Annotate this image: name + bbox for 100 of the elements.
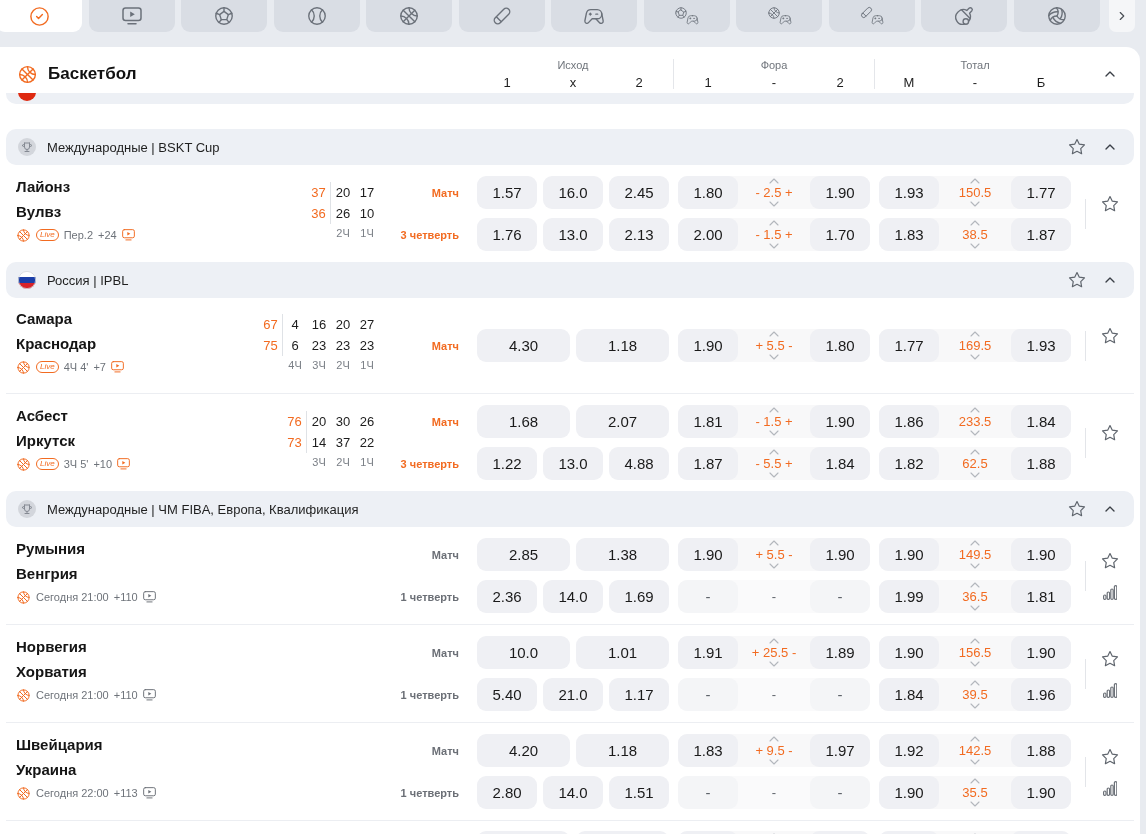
odds-button[interactable]: 1.87: [678, 447, 738, 480]
star-icon[interactable]: [1101, 747, 1119, 766]
chevron-down-icon[interactable]: [970, 563, 980, 569]
star-icon[interactable]: [1101, 551, 1119, 570]
odds-button[interactable]: 1.83: [879, 218, 939, 251]
odds-button[interactable]: 1.70: [810, 218, 870, 251]
odds-button[interactable]: 1.77: [1011, 176, 1071, 209]
odds-button[interactable]: 1.68: [477, 405, 570, 438]
odds-button[interactable]: 1.93: [879, 176, 939, 209]
star-icon[interactable]: [1101, 194, 1119, 213]
stats-icon[interactable]: [1103, 780, 1117, 796]
odds-button[interactable]: 1.90: [1011, 538, 1071, 571]
chevron-down-icon[interactable]: [769, 243, 779, 249]
odds-button[interactable]: 1.90: [879, 538, 939, 571]
chevron-down-icon[interactable]: [769, 201, 779, 207]
star-icon[interactable]: [1068, 500, 1086, 518]
odds-button[interactable]: 1.92: [879, 734, 939, 767]
odds-button[interactable]: 1.57: [477, 176, 537, 209]
odds-button[interactable]: 1.01: [576, 636, 669, 669]
odds-button[interactable]: 1.88: [1011, 447, 1071, 480]
odds-button[interactable]: 1.84: [810, 447, 870, 480]
odds-button[interactable]: 2.00: [678, 218, 738, 251]
odds-button[interactable]: 2.45: [609, 176, 669, 209]
odds-button[interactable]: 1.84: [1011, 405, 1071, 438]
odds-button[interactable]: 1.90: [810, 405, 870, 438]
odds-button[interactable]: 1.90: [678, 538, 738, 571]
chevron-down-icon[interactable]: [970, 605, 980, 611]
odds-button[interactable]: -: [810, 776, 870, 809]
odds-button[interactable]: 1.22: [477, 447, 537, 480]
odds-button[interactable]: 1.87: [1011, 218, 1071, 251]
odds-button[interactable]: 1.82: [879, 447, 939, 480]
odds-button[interactable]: 1.18: [576, 734, 669, 767]
sport-tab[interactable]: [88, 0, 175, 32]
odds-button[interactable]: 16.0: [543, 176, 603, 209]
odds-button[interactable]: 1.80: [678, 176, 738, 209]
markets-count[interactable]: +24: [98, 229, 117, 241]
odds-button[interactable]: 1.90: [678, 329, 738, 362]
chevron-down-icon[interactable]: [769, 563, 779, 569]
sport-tab[interactable]: [1013, 0, 1100, 32]
sport-tab[interactable]: [551, 0, 637, 32]
odds-button[interactable]: 14.0: [543, 776, 603, 809]
odds-button[interactable]: 1.51: [609, 776, 669, 809]
sport-tab[interactable]: [828, 0, 915, 32]
odds-button[interactable]: 14.0: [543, 580, 603, 613]
odds-button[interactable]: 1.93: [1011, 329, 1071, 362]
odds-button[interactable]: -: [678, 776, 738, 809]
sport-tab[interactable]: [736, 0, 822, 32]
stats-icon[interactable]: [1103, 682, 1117, 698]
odds-button[interactable]: 1.88: [1011, 734, 1071, 767]
odds-button[interactable]: 5.40: [477, 678, 537, 711]
chevron-down-icon[interactable]: [970, 354, 980, 360]
odds-button[interactable]: 1.81: [1011, 580, 1071, 613]
odds-button[interactable]: 1.90: [1011, 776, 1071, 809]
chevron-down-icon[interactable]: [970, 201, 980, 207]
odds-button[interactable]: 1.69: [609, 580, 669, 613]
odds-button[interactable]: 4.20: [477, 734, 570, 767]
star-icon[interactable]: [1101, 423, 1119, 442]
markets-count[interactable]: +113: [113, 787, 138, 799]
odds-button[interactable]: -: [678, 678, 738, 711]
tv-icon[interactable]: [142, 591, 156, 603]
chevron-down-icon[interactable]: [769, 759, 779, 765]
chevron-down-icon[interactable]: [970, 703, 980, 709]
odds-button[interactable]: -: [810, 678, 870, 711]
odds-button[interactable]: 1.99: [879, 580, 939, 613]
odds-button[interactable]: 1.90: [879, 636, 939, 669]
sport-tab[interactable]: [921, 0, 1007, 32]
tv-icon[interactable]: [117, 458, 131, 470]
tv-icon[interactable]: [142, 787, 156, 799]
scroll-right-button[interactable]: [1109, 0, 1135, 32]
odds-button[interactable]: 13.0: [543, 218, 603, 251]
chevron-down-icon[interactable]: [970, 472, 980, 478]
odds-button[interactable]: 1.77: [879, 329, 939, 362]
sport-tab[interactable]: [0, 0, 82, 32]
odds-button[interactable]: 2.36: [477, 580, 537, 613]
star-icon[interactable]: [1101, 326, 1119, 345]
chevron-down-icon[interactable]: [970, 430, 980, 436]
odds-button[interactable]: 10.0: [477, 636, 570, 669]
odds-button[interactable]: -: [810, 580, 870, 613]
odds-button[interactable]: 1.90: [1011, 636, 1071, 669]
sport-tab[interactable]: [458, 0, 545, 32]
chevron-down-icon[interactable]: [970, 801, 980, 807]
markets-count[interactable]: +10: [93, 458, 113, 470]
odds-button[interactable]: 4.30: [477, 329, 570, 362]
odds-button[interactable]: 1.81: [678, 405, 738, 438]
markets-count[interactable]: +110: [113, 689, 138, 701]
chevron-down-icon[interactable]: [970, 759, 980, 765]
odds-button[interactable]: 1.84: [879, 678, 939, 711]
tv-icon[interactable]: [110, 361, 124, 373]
odds-button[interactable]: 1.38: [576, 538, 669, 571]
sport-tab[interactable]: [273, 0, 360, 32]
odds-button[interactable]: 1.86: [879, 405, 939, 438]
odds-button[interactable]: 2.07: [576, 405, 669, 438]
tv-icon[interactable]: [121, 229, 135, 241]
odds-button[interactable]: 1.90: [810, 538, 870, 571]
odds-button[interactable]: 1.96: [1011, 678, 1071, 711]
markets-count[interactable]: +7: [93, 361, 106, 373]
odds-button[interactable]: 1.90: [879, 776, 939, 809]
star-icon[interactable]: [1068, 271, 1086, 289]
chevron-down-icon[interactable]: [970, 243, 980, 249]
chevron-down-icon[interactable]: [769, 661, 779, 667]
